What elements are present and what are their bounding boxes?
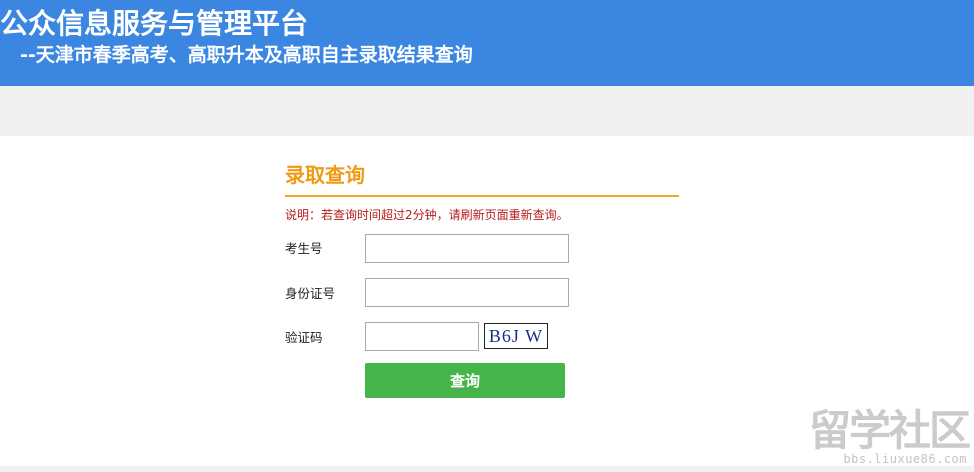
panel-title: 录取查询 [285,160,679,197]
platform-subtitle: --天津市春季高考、高职升本及高职自主录取结果查询 [20,44,473,66]
query-button[interactable]: 查询 [365,363,565,398]
id-number-input[interactable] [365,278,569,307]
id-number-label: 身份证号 [285,286,336,301]
exam-number-label: 考生号 [285,241,323,256]
captcha-label: 验证码 [285,330,323,345]
platform-title: 公众信息服务与管理平台 [0,7,309,40]
site-watermark: 留学社区 bbs.liuxue86.com [809,408,973,468]
captcha-input[interactable] [365,322,479,351]
header-spacer-band [0,86,974,136]
watermark-logo-text: 留学社区 [808,406,971,455]
header-bar: 公众信息服务与管理平台 --天津市春季高考、高职升本及高职自主录取结果查询 [0,0,974,86]
captcha-image[interactable]: B6J W [484,323,548,349]
watermark-url: bbs.liuxue86.com [843,452,967,466]
notice-text: 说明：若查询时间超过2分钟，请刷新页面重新查询。 [285,208,569,222]
query-panel: 录取查询 [285,160,679,197]
exam-number-input[interactable] [365,234,569,263]
